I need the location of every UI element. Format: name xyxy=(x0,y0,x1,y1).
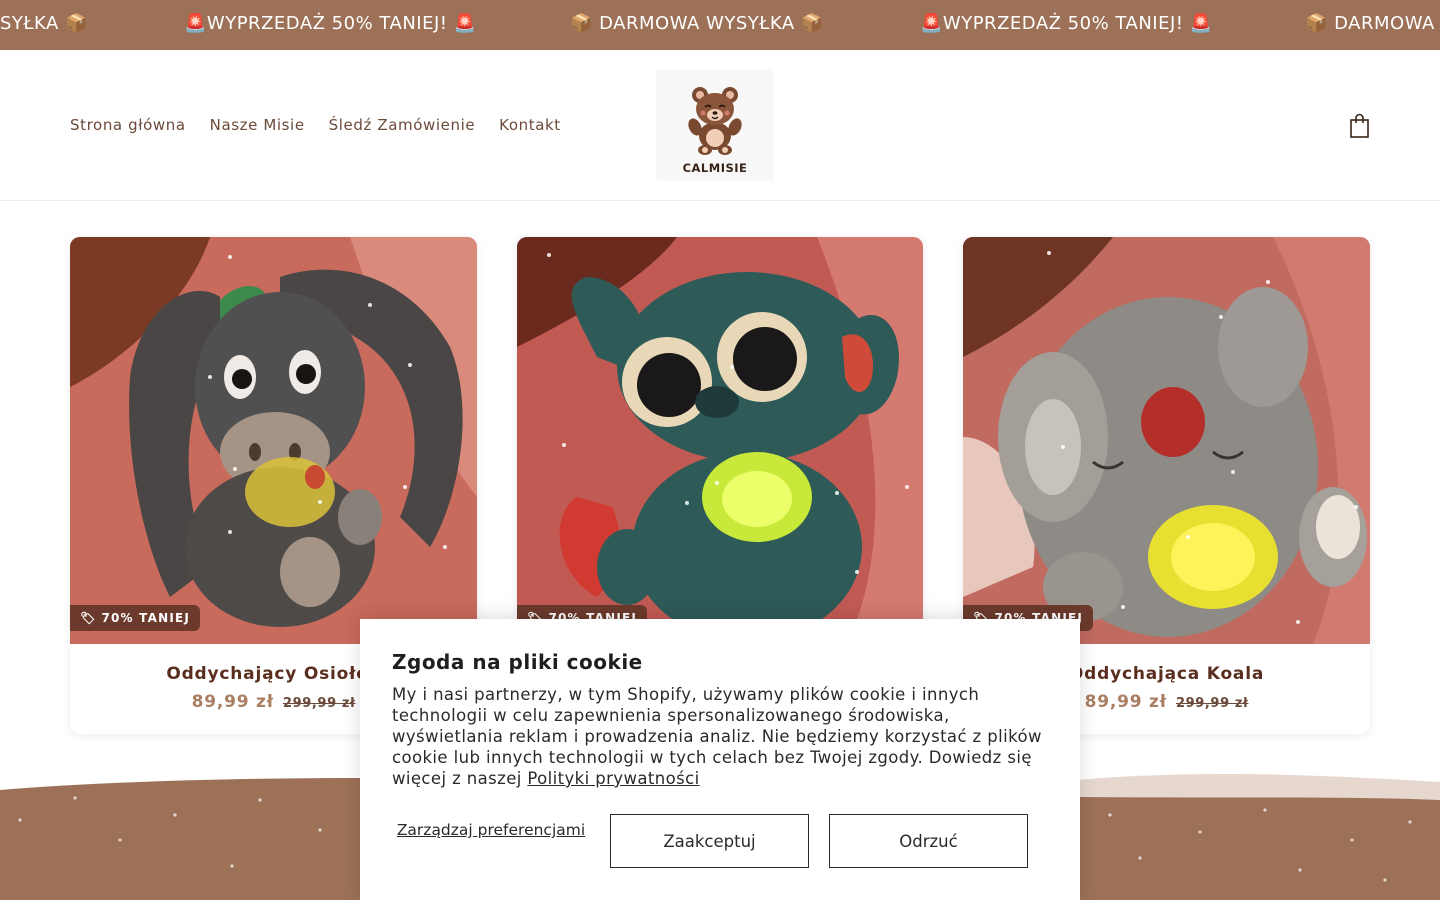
product-image xyxy=(70,237,477,644)
product-image xyxy=(963,237,1370,644)
sale-price: 89,99 zł xyxy=(1084,692,1167,712)
site-header: Strona główna Nasze Misie Śledź Zamówien… xyxy=(0,50,1440,201)
sale-price: 89,99 zł xyxy=(191,692,274,712)
cookie-title: Zgoda na pliki cookie xyxy=(392,650,643,674)
compare-price: 299,99 zł xyxy=(282,696,356,711)
cart-button[interactable] xyxy=(1348,113,1372,139)
nav-link-home[interactable]: Strona główna xyxy=(70,116,186,134)
privacy-policy-link[interactable]: Polityki prywatności xyxy=(527,769,699,788)
stitch-plush-image xyxy=(517,237,923,644)
decline-cookies-button[interactable]: Odrzuć xyxy=(829,814,1028,868)
announcement-item: 📦 DARMOWA WYSYŁKA 📦 xyxy=(570,13,824,34)
koala-plush-image xyxy=(963,237,1370,644)
shopping-bag-icon xyxy=(1350,113,1369,138)
product-image xyxy=(517,237,923,644)
announcement-item: 🚨WYPRZEDAŻ 50% TANIEJ! 🚨 xyxy=(184,13,477,34)
bear-logo-icon xyxy=(688,87,742,155)
logo-text: CALMISIE xyxy=(682,161,748,175)
announcement-bar: SYŁKA 📦 🚨WYPRZEDAŻ 50% TANIEJ! 🚨 📦 DARMO… xyxy=(0,0,1440,50)
announcement-item: 📦 DARMOWA xyxy=(1305,13,1435,34)
nav-link-track-order[interactable]: Śledź Zamówienie xyxy=(329,116,476,134)
nav-link-contact[interactable]: Kontakt xyxy=(499,116,561,134)
accept-cookies-button[interactable]: Zaakceptuj xyxy=(610,814,809,868)
main-nav: Strona główna Nasze Misie Śledź Zamówien… xyxy=(70,116,585,134)
compare-price: 299,99 zł xyxy=(1175,696,1249,711)
announcement-item: SYŁKA 📦 xyxy=(0,13,88,34)
discount-badge: 🏷 70% TANIEJ xyxy=(70,605,201,631)
cookie-consent-dialog: Zgoda na pliki cookie My i nasi partnerz… xyxy=(360,619,1080,900)
cookie-body-text: My i nasi partnerzy, w tym Shopify, używ… xyxy=(392,685,1042,788)
discount-badge-label: 70% TANIEJ xyxy=(101,611,191,625)
cookie-body: My i nasi partnerzy, w tym Shopify, używ… xyxy=(392,684,1052,789)
donkey-plush-image xyxy=(70,237,477,644)
site-logo[interactable]: CALMISIE xyxy=(656,69,774,181)
tag-icon: 🏷 xyxy=(80,611,97,625)
manage-preferences-link[interactable]: Zarządzaj preferencjami xyxy=(392,821,590,840)
announcement-item: 🚨WYPRZEDAŻ 50% TANIEJ! 🚨 xyxy=(920,13,1213,34)
nav-link-bears[interactable]: Nasze Misie xyxy=(210,116,305,134)
